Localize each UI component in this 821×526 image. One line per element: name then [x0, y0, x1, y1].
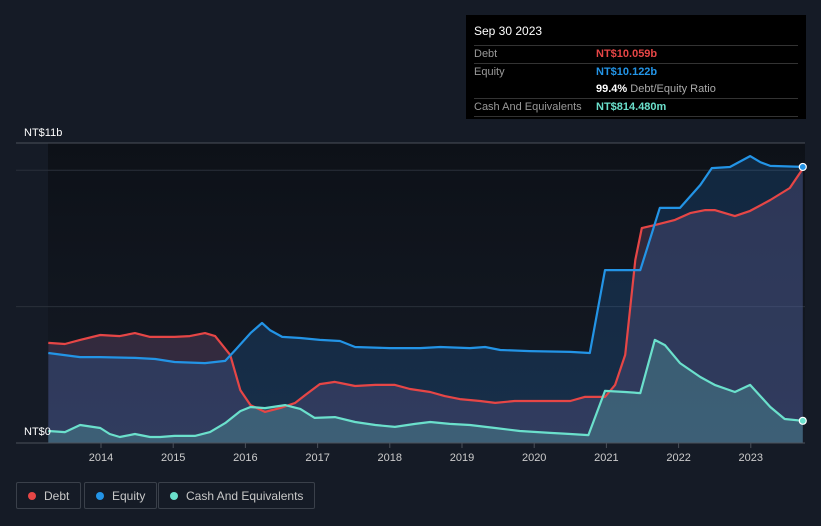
tooltip-cash-row: Cash And Equivalents NT$814.480m	[474, 99, 798, 117]
tooltip-equity-label: Equity	[474, 66, 505, 78]
equity-dot-icon	[96, 491, 104, 500]
legend-equity-label: Equity	[112, 488, 146, 503]
tooltip-ratio-label: Debt/Equity Ratio	[630, 83, 716, 95]
x-tick-label: 2020	[522, 452, 546, 464]
debt-dot-icon	[28, 491, 36, 500]
tooltip-ratio-row: 99.4% Debt/Equity Ratio	[474, 81, 798, 99]
tooltip-date: Sep 30 2023	[474, 23, 798, 46]
equity-end-marker	[798, 162, 807, 172]
x-tick-label: 2022	[666, 452, 690, 464]
tooltip-cash-label: Cash And Equivalents	[474, 101, 582, 113]
legend-debt[interactable]: Debt	[16, 482, 82, 509]
x-tick-label: 2019	[450, 452, 474, 464]
cash-dot-icon	[170, 491, 178, 500]
x-tick-label: 2014	[89, 452, 113, 464]
legend-cash-label: Cash And Equivalents	[186, 488, 304, 503]
legend-cash[interactable]: Cash And Equivalents	[158, 482, 316, 509]
y-axis-top-label: NT$11b	[24, 127, 62, 139]
tooltip-debt-row: Debt NT$10.059b	[474, 46, 798, 64]
x-tick-label: 2015	[161, 452, 185, 464]
tooltip-debt-label: Debt	[474, 48, 498, 60]
tooltip-ratio-value: 99.4%	[596, 83, 628, 95]
legend-equity[interactable]: Equity	[84, 482, 158, 509]
x-tick-label: 2016	[233, 452, 257, 464]
x-tick-label: 2021	[594, 452, 618, 464]
tooltip-cash-value: NT$814.480m	[596, 101, 667, 113]
tooltip-equity-row: Equity NT$10.122b	[474, 64, 798, 81]
x-tick-label: 2023	[739, 452, 763, 464]
tooltip-equity-value: NT$10.122b	[596, 66, 658, 78]
x-tick-label: 2017	[305, 452, 329, 464]
y-axis-bottom-label: NT$0	[24, 426, 51, 438]
cash-and-equivalents-end-marker	[798, 416, 807, 425]
x-tick-label: 2018	[378, 452, 402, 464]
tooltip: Sep 30 2023 Debt NT$10.059b Equity NT$10…	[466, 15, 806, 119]
tooltip-debt-value: NT$10.059b	[596, 48, 658, 60]
legend-debt-label: Debt	[44, 488, 70, 503]
